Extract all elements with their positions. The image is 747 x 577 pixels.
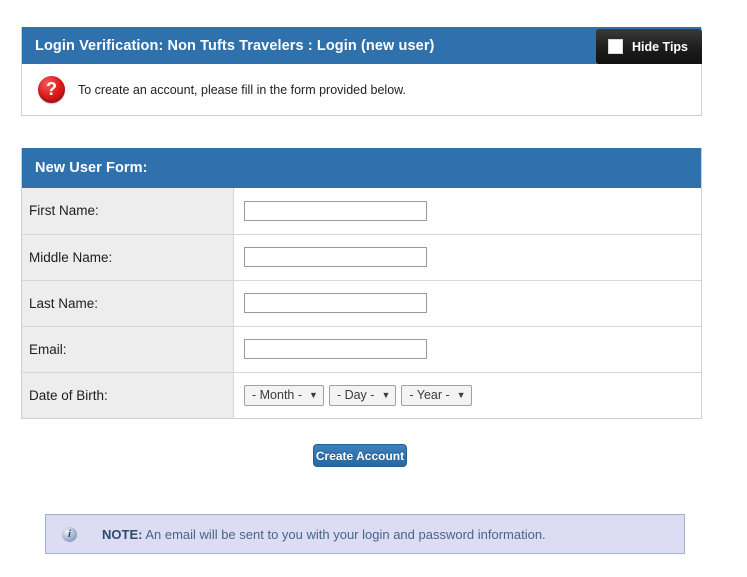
dob-month-select[interactable]: - Month - ▼ (244, 384, 324, 406)
date-of-birth-field-cell: - Month - ▼ - Day - ▼ - Year - ▼ (233, 371, 701, 418)
email-input[interactable] (244, 339, 427, 359)
form-panel-header: New User Form: (22, 148, 701, 188)
create-account-button[interactable]: Create Account (313, 444, 407, 467)
dob-year-value: - Year - (409, 388, 450, 403)
table-row: Email: (22, 325, 701, 372)
note-prefix: NOTE: (102, 526, 143, 542)
note-bar: i NOTE: An email will be sent to you wit… (45, 514, 685, 554)
table-row: Middle Name: (22, 233, 701, 280)
first-name-input[interactable] (244, 200, 427, 221)
date-of-birth-selects: - Month - ▼ - Day - ▼ - Year - ▼ (244, 384, 701, 406)
page-title: Login Verification: Non Tufts Travelers … (35, 37, 435, 54)
table-row: Last Name: (22, 279, 701, 326)
last-name-input[interactable] (244, 293, 427, 313)
help-question-icon: ? (38, 76, 65, 103)
hide-tips-label: Hide Tips (631, 39, 688, 54)
dob-year-select[interactable]: - Year - ▼ (401, 384, 472, 406)
chevron-down-icon: ▼ (309, 389, 318, 400)
middle-name-field-cell (233, 233, 701, 280)
middle-name-label: Middle Name: (22, 233, 234, 280)
new-user-form-table: First Name: Middle Name: Last Name: Emai… (22, 188, 701, 418)
first-name-label: First Name: (22, 188, 234, 234)
checkbox-unchecked-icon[interactable] (607, 39, 623, 54)
dob-day-value: - Day - (336, 388, 375, 403)
last-name-label: Last Name: (22, 279, 234, 326)
tip-text: To create an account, please fill in the… (78, 82, 406, 97)
chevron-down-icon: ▼ (456, 389, 466, 400)
date-of-birth-label: Date of Birth: (22, 371, 234, 418)
hide-tips-button[interactable]: Hide Tips (595, 29, 702, 64)
dob-month-value: - Month - (252, 388, 303, 403)
first-name-field-cell (233, 188, 701, 234)
middle-name-input[interactable] (244, 247, 427, 267)
table-row: Date of Birth: - Month - ▼ - Day - ▼ - Y… (22, 371, 701, 418)
info-circle-icon: i (62, 526, 77, 542)
form-title: New User Form: (35, 160, 148, 176)
tips-panel-body: ? To create an account, please fill in t… (22, 64, 701, 115)
tips-panel: Login Verification: Non Tufts Travelers … (21, 27, 702, 116)
last-name-field-cell (233, 279, 701, 326)
email-label: Email: (22, 325, 234, 372)
tips-panel-header: Login Verification: Non Tufts Travelers … (22, 27, 702, 64)
note-body: An email will be sent to you with your l… (142, 526, 546, 542)
table-row: First Name: (22, 188, 701, 234)
dob-day-select[interactable]: - Day - ▼ (328, 384, 397, 406)
note-text: NOTE: An email will be sent to you with … (102, 527, 546, 542)
new-user-form-panel: New User Form: First Name: Middle Name: … (21, 148, 702, 419)
chevron-down-icon: ▼ (381, 389, 391, 400)
email-field-cell (233, 325, 701, 372)
